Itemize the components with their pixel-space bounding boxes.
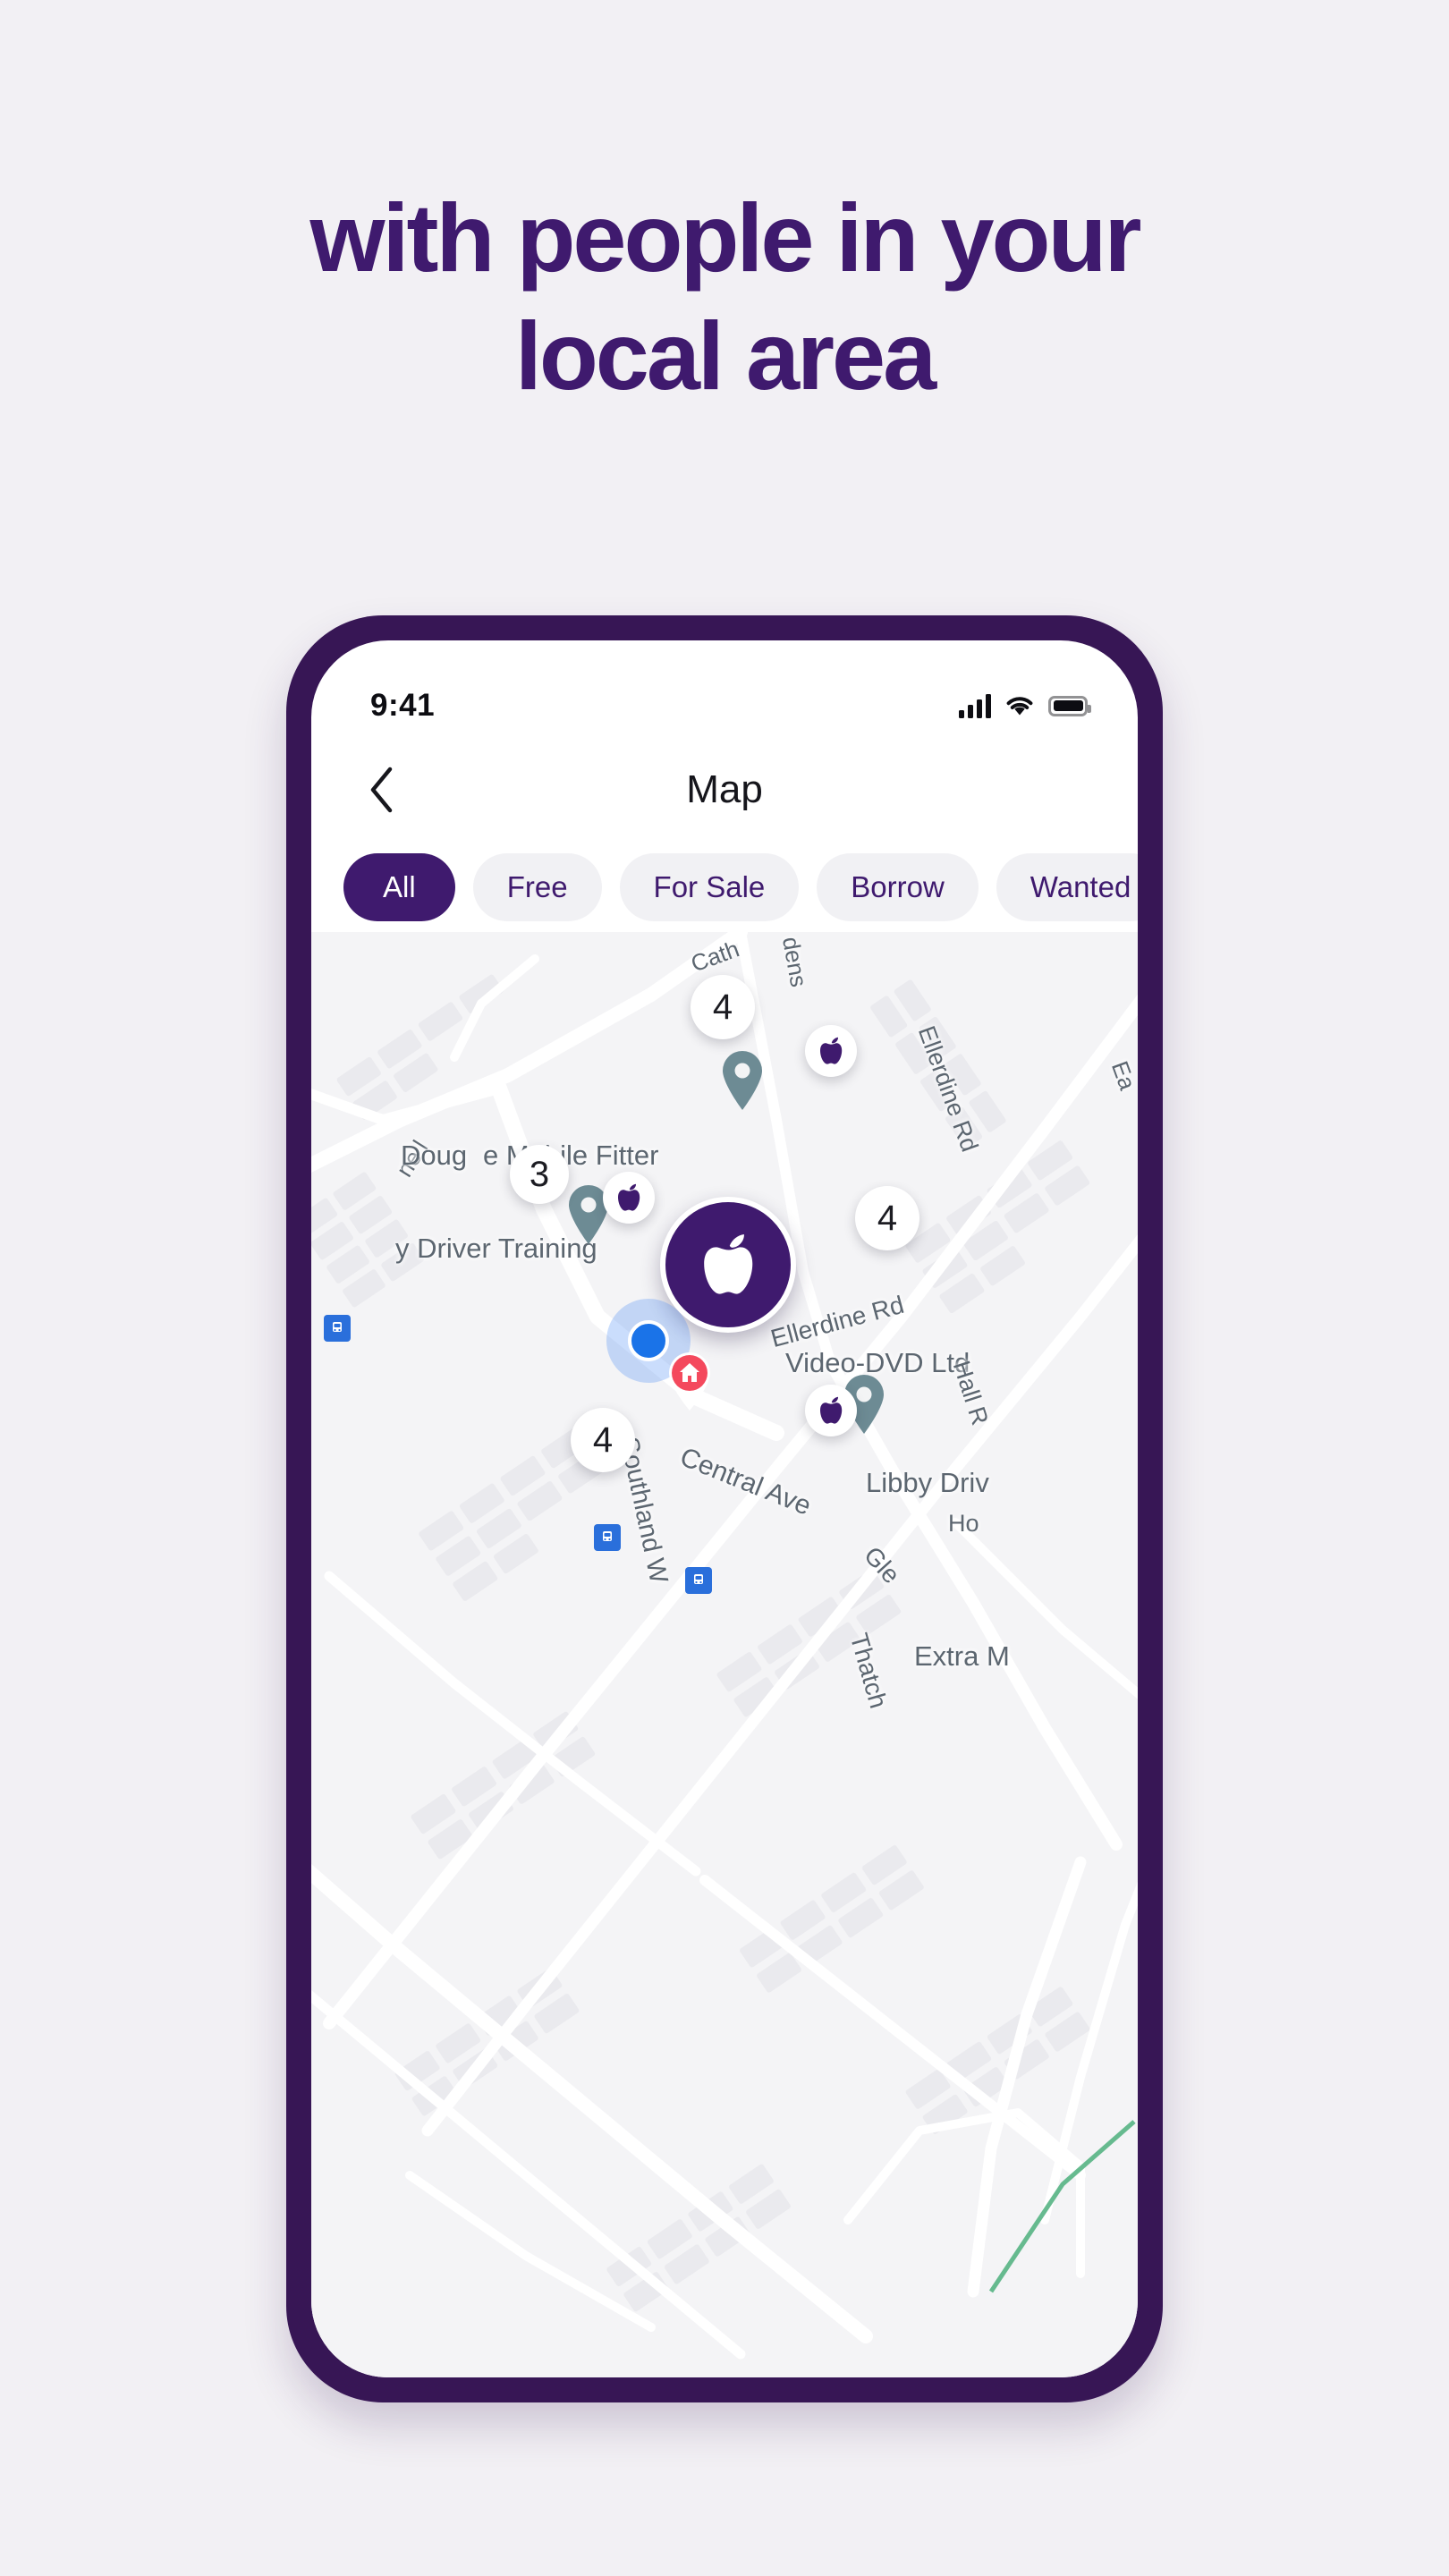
promo-screenshot: with people in your local area 9:41 Map … (0, 0, 1449, 2576)
apple-icon (618, 1183, 640, 1211)
filter-chip-row[interactable]: All Free For Sale Borrow Wanted (311, 841, 1138, 934)
battery-full-icon (1048, 695, 1091, 716)
apple-marker[interactable] (603, 1172, 655, 1224)
filter-chip-borrow[interactable]: Borrow (817, 853, 979, 921)
selected-listing-marker[interactable] (660, 1197, 796, 1333)
page-title: with people in your local area (0, 179, 1449, 415)
apple-marker[interactable] (805, 1385, 857, 1436)
cluster-badge[interactable]: 4 (571, 1408, 635, 1472)
phone-mockup: 9:41 Map All Free For Sale Borrow Wanted… (286, 615, 1163, 2402)
apple-icon (704, 1234, 753, 1294)
phone-screen: 9:41 Map All Free For Sale Borrow Wanted… (311, 640, 1138, 2377)
wifi-icon (1006, 697, 1033, 716)
bus-stop-icon[interactable] (594, 1524, 621, 1551)
apple-marker[interactable] (805, 1025, 857, 1077)
apple-icon (820, 1037, 843, 1064)
status-icons (959, 693, 1091, 718)
filter-chip-for-sale[interactable]: For Sale (619, 853, 800, 921)
filter-chip-wanted[interactable]: Wanted (996, 853, 1138, 921)
headline-line-1: with people in your (309, 183, 1141, 292)
cluster-badge[interactable]: 4 (691, 975, 755, 1039)
status-bar: 9:41 (311, 640, 1138, 741)
filter-chip-all[interactable]: All (343, 853, 455, 921)
home-pin-icon[interactable] (665, 1351, 715, 1416)
back-button[interactable] (354, 762, 410, 818)
map-canvas[interactable]: Cath dens Ellerdine Rd Ea ne l y Driver … (311, 932, 1138, 2377)
place-pin-icon[interactable] (719, 1048, 766, 1115)
bus-stop-icon[interactable] (685, 1567, 712, 1594)
cellular-bars-icon (959, 693, 991, 718)
nav-header: Map (311, 737, 1138, 843)
chevron-left-icon (370, 767, 393, 813)
filter-chip-free[interactable]: Free (472, 853, 602, 921)
status-clock: 9:41 (370, 688, 436, 723)
page-heading: Map (686, 767, 763, 811)
bus-stop-icon[interactable] (324, 1315, 351, 1342)
map-roads (311, 932, 1138, 2377)
cluster-badge[interactable]: 4 (855, 1186, 919, 1250)
headline-line-2: local area (514, 301, 936, 410)
cluster-badge[interactable]: 3 (510, 1145, 569, 1204)
apple-icon (820, 1396, 843, 1424)
